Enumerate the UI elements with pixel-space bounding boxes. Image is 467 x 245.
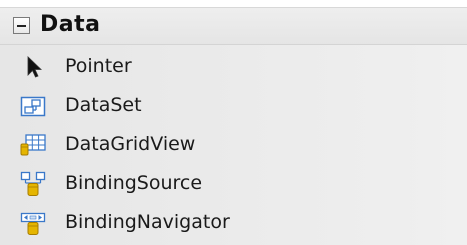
toolbox-item-bindingnavigator[interactable]: BindingNavigator [0,203,467,242]
bindingnavigator-icon [20,210,46,236]
toolbox-item-pointer[interactable]: Pointer [0,47,467,86]
toolbox-item-list: Pointer DataSet DataGridView BindingSour… [0,45,467,245]
toolbox-item-label: DataSet [65,94,142,116]
dataset-icon [20,93,46,119]
pointer-arrow-icon [20,54,46,80]
toolbox-item-label: BindingNavigator [65,211,230,233]
group-title: Data [40,12,101,37]
toolbox-item-label: DataGridView [65,133,196,155]
toolbox-item-bindingsource[interactable]: BindingSource [0,164,467,203]
collapse-toggle-icon[interactable] [13,17,30,34]
bindingsource-icon [20,171,46,197]
datagridview-icon [20,132,46,158]
toolbox-item-datagridview[interactable]: DataGridView [0,125,467,164]
toolbox-item-dataset[interactable]: DataSet [0,86,467,125]
data-group-header[interactable]: Data [0,7,467,45]
toolbox-panel: Data Pointer DataSet DataGridView Bindin… [0,0,467,245]
toolbox-item-label: BindingSource [65,172,203,194]
toolbox-item-label: Pointer [65,55,132,77]
